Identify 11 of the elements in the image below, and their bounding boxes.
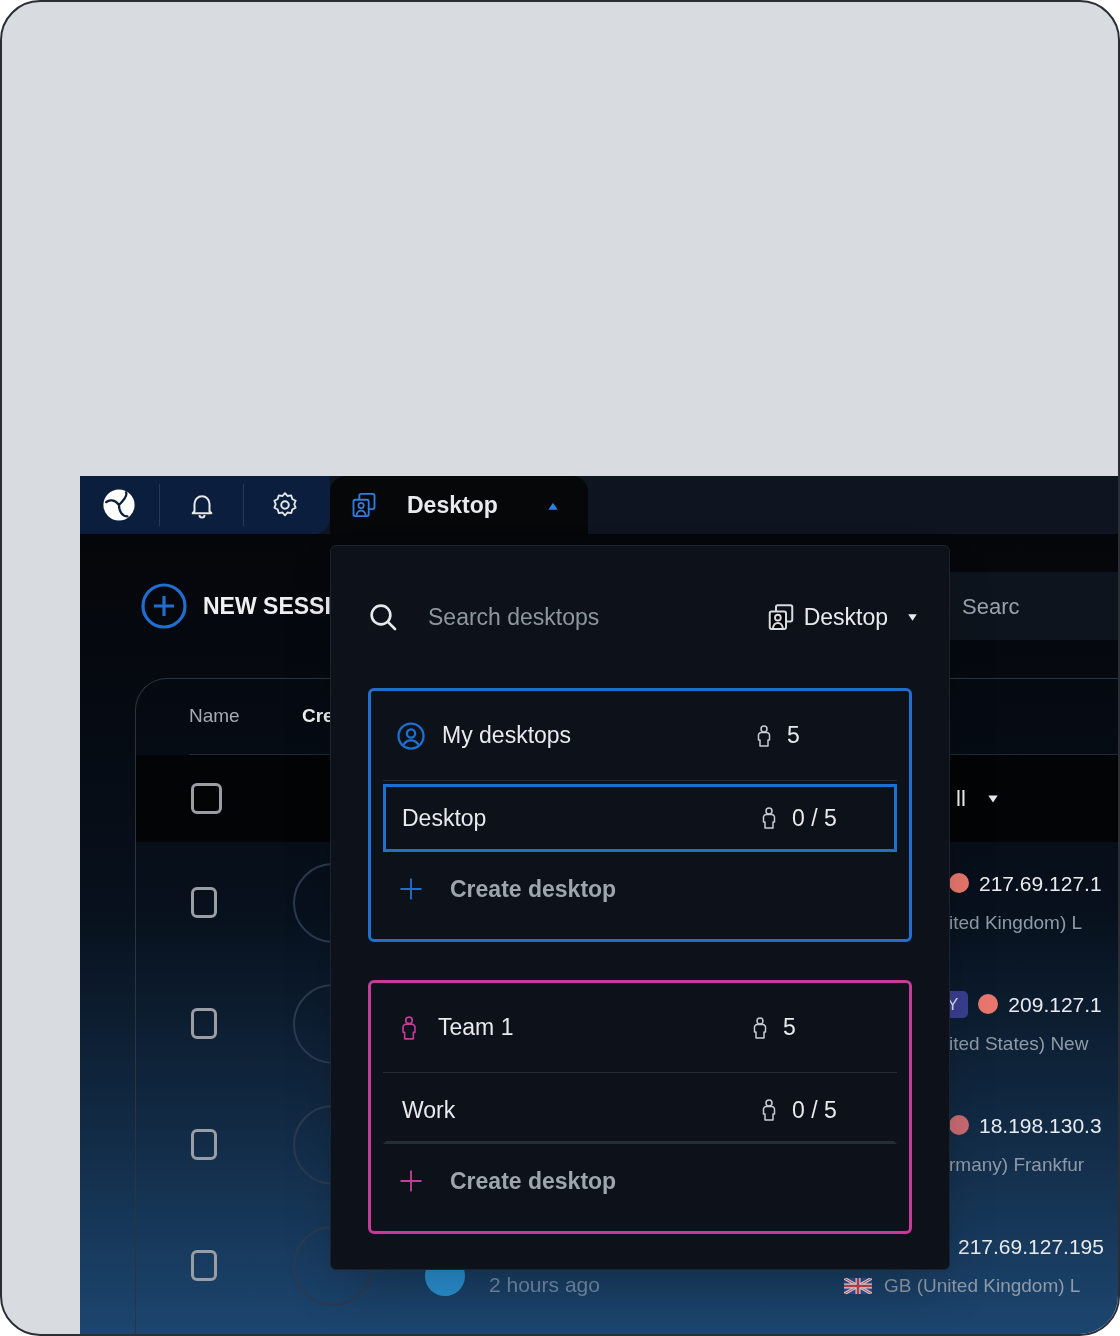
ip-address: 18.198.130.3 — [979, 1112, 1102, 1139]
ip-address: 217.69.127.195 — [958, 1233, 1104, 1260]
time-text: 2 hours ago — [489, 1271, 600, 1298]
location-text: GB (United Kingdom) L — [884, 1274, 1081, 1298]
location-text: ited Kingdom) L — [949, 911, 1083, 935]
location-text: ited States) New — [949, 1032, 1089, 1056]
member-count: 5 — [783, 1013, 796, 1043]
ip-address: 209.127.1 — [1008, 991, 1102, 1018]
location-text: rmany) Frankfur — [949, 1153, 1085, 1177]
member-count: 5 — [787, 721, 800, 751]
ip-address: 217.69.127.1 — [979, 870, 1102, 897]
